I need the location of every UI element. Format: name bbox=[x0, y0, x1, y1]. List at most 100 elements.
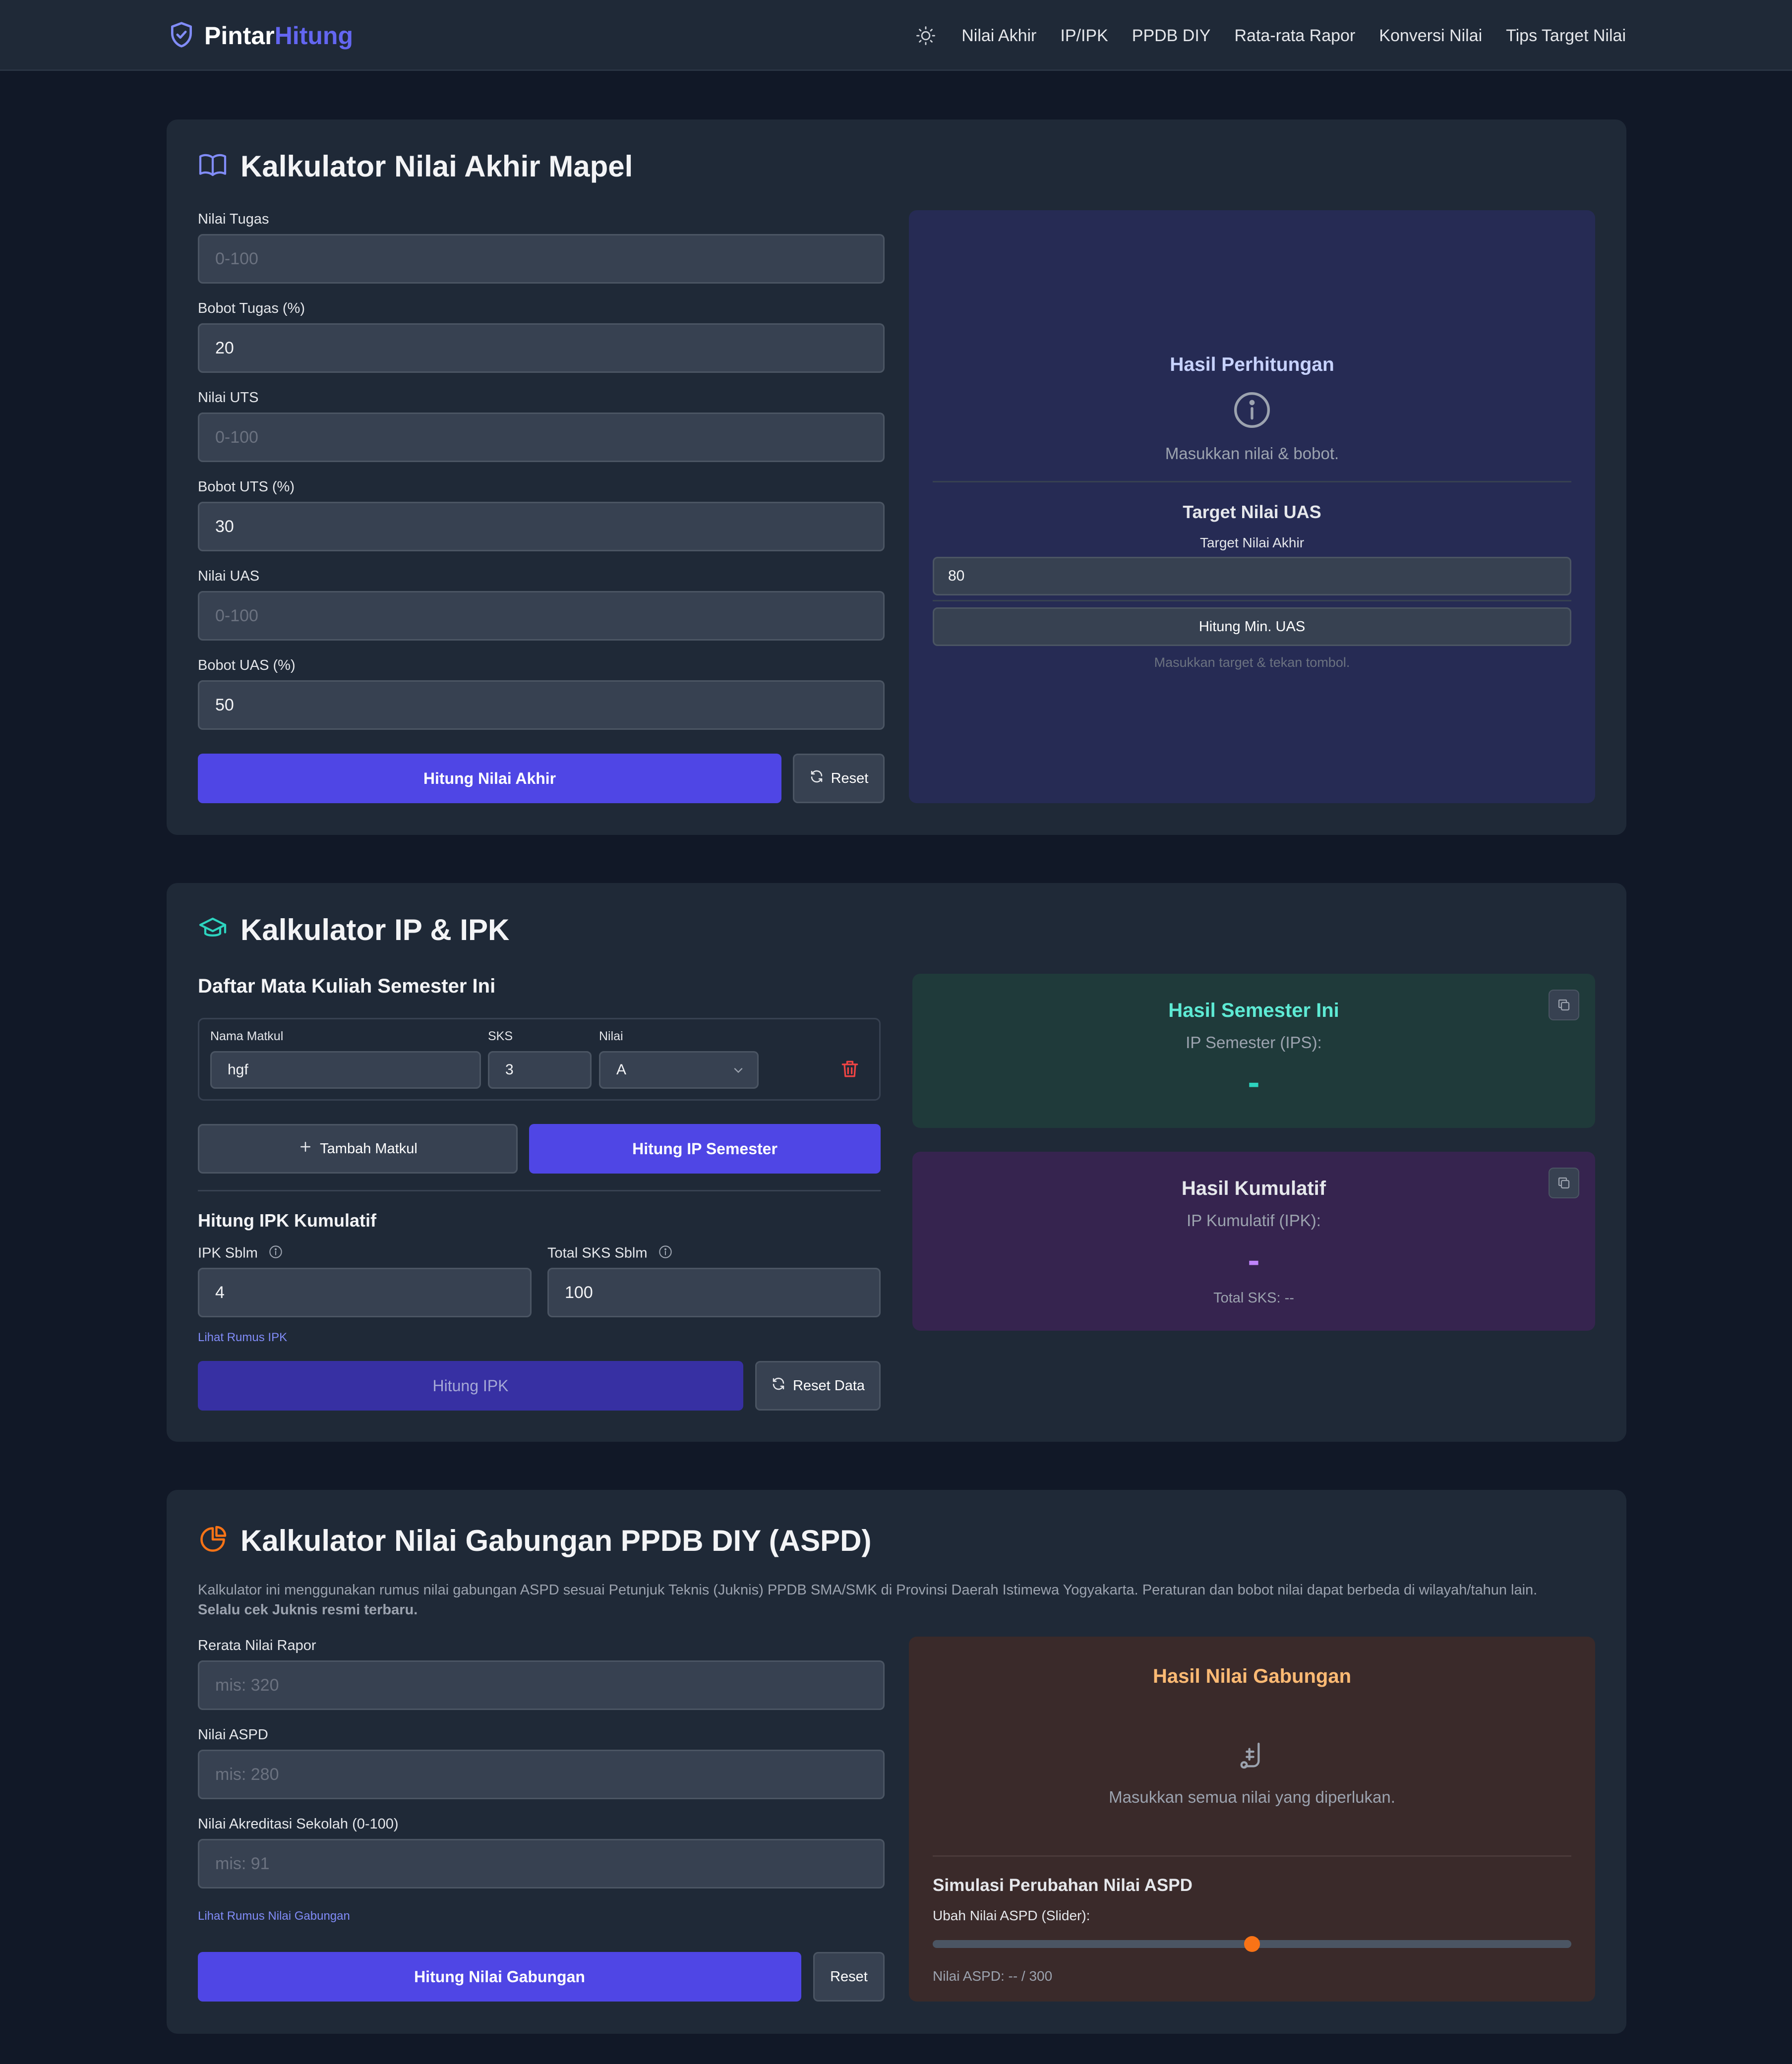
calculate-final-grade-button[interactable]: Hitung Nilai Akhir bbox=[198, 754, 781, 803]
final-grade-title: Kalkulator Nilai Akhir Mapel bbox=[198, 149, 633, 183]
ipk-formula-link[interactable]: Lihat Rumus IPK bbox=[198, 1331, 287, 1345]
trash-icon[interactable] bbox=[839, 1058, 861, 1080]
ppdb-card: Kalkulator Nilai Gabungan PPDB DIY (ASPD… bbox=[167, 1490, 1626, 2034]
slider-thumb[interactable] bbox=[1244, 1936, 1260, 1952]
prev-sks-label: Total SKS Sblm bbox=[547, 1245, 672, 1263]
cumulative-result-panel: Hasil Kumulatif IP Kumulatif (IPK): - To… bbox=[912, 1152, 1595, 1331]
cumulative-result-title: Hasil Kumulatif bbox=[1181, 1178, 1326, 1199]
target-input[interactable]: 80 bbox=[933, 557, 1571, 595]
ipk-value: - bbox=[1248, 1240, 1260, 1280]
brand-logo[interactable]: PintarHitung bbox=[168, 20, 353, 52]
target-label: Target Nilai Akhir bbox=[1199, 535, 1305, 550]
ipk-title: Kalkulator IP & IPK bbox=[198, 913, 509, 947]
sun-icon[interactable] bbox=[914, 24, 938, 48]
reset-data-label: Reset Data bbox=[792, 1377, 865, 1394]
aspd-slider[interactable] bbox=[933, 1936, 1571, 1952]
slider-label: Ubah Nilai ASPD (Slider): bbox=[933, 1908, 1090, 1923]
nav-links: Nilai Akhir IP/IPK PPDB DIY Rata-rata Ra… bbox=[914, 20, 1626, 52]
nav-link-rata-rata-rapor[interactable]: Rata-rata Rapor bbox=[1234, 26, 1355, 46]
reset-label: Reset bbox=[831, 770, 869, 786]
graduation-cap-icon bbox=[198, 914, 228, 946]
nav-link-konversi-nilai[interactable]: Konversi Nilai bbox=[1379, 26, 1482, 46]
prev-ipk-label: IPK Sblm bbox=[198, 1245, 283, 1263]
calculate-combined-button[interactable]: Hitung Nilai Gabungan bbox=[198, 1952, 801, 2002]
selected-grade: A bbox=[616, 1061, 627, 1078]
ips-value: - bbox=[1248, 1062, 1260, 1102]
aspd-label: Nilai ASPD bbox=[198, 1727, 268, 1743]
bobot-uts-input[interactable]: 30 bbox=[198, 502, 885, 551]
result-title: Hasil Perhitungan bbox=[1170, 354, 1334, 375]
rapor-input[interactable]: mis: 320 bbox=[198, 1660, 885, 1710]
slider-readout: Nilai ASPD: -- / 300 bbox=[933, 1968, 1053, 1984]
akreditasi-input[interactable]: mis: 91 bbox=[198, 1839, 885, 1888]
info-icon[interactable] bbox=[269, 1245, 283, 1263]
column-header-nama: Nama Matkul bbox=[210, 1029, 284, 1043]
result-divider bbox=[933, 600, 1571, 601]
semester-result-panel: Hasil Semester Ini IP Semester (IPS): - bbox=[912, 974, 1595, 1128]
reset-final-grade-button[interactable]: Reset bbox=[793, 754, 885, 803]
add-course-button[interactable]: Tambah Matkul bbox=[198, 1124, 518, 1174]
brand-name: PintarHitung bbox=[204, 22, 353, 50]
semester-result-label: IP Semester (IPS): bbox=[1186, 1033, 1322, 1052]
course-sks-input[interactable]: 3 bbox=[488, 1051, 592, 1089]
calculate-ipk-button[interactable]: Hitung IPK bbox=[198, 1361, 743, 1411]
ppdb-formula-link[interactable]: Lihat Rumus Nilai Gabungan bbox=[198, 1909, 350, 1923]
cumulative-heading: Hitung IPK Kumulatif bbox=[198, 1210, 376, 1231]
reset-data-button[interactable]: Reset Data bbox=[755, 1361, 881, 1411]
prev-sks-input[interactable]: 100 bbox=[547, 1268, 881, 1317]
navbar: PintarHitung Nilai Akhir IP/IPK PPDB DIY… bbox=[0, 0, 1792, 71]
nilai-uas-label: Nilai UAS bbox=[198, 568, 260, 584]
nav-link-ppdb-diy[interactable]: PPDB DIY bbox=[1132, 26, 1211, 46]
combined-result-panel: Hasil Nilai Gabungan Masukkan semua nila… bbox=[909, 1637, 1595, 2002]
ipk-card: Kalkulator IP & IPK Daftar Mata Kuliah S… bbox=[167, 883, 1626, 1442]
target-hint: Masukkan target & tekan tombol. bbox=[1154, 655, 1350, 670]
bobot-tugas-label: Bobot Tugas (%) bbox=[198, 300, 305, 316]
bobot-uas-label: Bobot UAS (%) bbox=[198, 657, 296, 673]
column-header-sks: SKS bbox=[488, 1029, 513, 1043]
book-open-icon bbox=[198, 150, 228, 182]
semester-result-title: Hasil Semester Ini bbox=[1168, 1000, 1339, 1021]
ipk-divider bbox=[198, 1190, 881, 1191]
result-message: Masukkan nilai & bobot. bbox=[1165, 444, 1339, 463]
nav-link-tips-target-nilai[interactable]: Tips Target Nilai bbox=[1506, 26, 1626, 46]
nav-link-ip-ipk[interactable]: IP/IPK bbox=[1060, 26, 1108, 46]
nilai-tugas-label: Nilai Tugas bbox=[198, 211, 269, 227]
final-grade-card: Kalkulator Nilai Akhir Mapel Nilai Tugas… bbox=[167, 119, 1626, 835]
nav-link-nilai-akhir[interactable]: Nilai Akhir bbox=[961, 26, 1036, 46]
ppdb-title: Kalkulator Nilai Gabungan PPDB DIY (ASPD… bbox=[198, 1524, 871, 1558]
refresh-icon bbox=[771, 1376, 786, 1395]
akreditasi-label: Nilai Akreditasi Sekolah (0-100) bbox=[198, 1816, 399, 1832]
cumulative-result-label: IP Kumulatif (IPK): bbox=[1187, 1211, 1321, 1230]
course-name-input[interactable]: hgf bbox=[210, 1051, 481, 1089]
plus-icon bbox=[298, 1139, 313, 1158]
nilai-uts-input[interactable]: 0-100 bbox=[198, 413, 885, 462]
course-list: Nama Matkul SKS Nilai hgf 3 A bbox=[198, 1018, 881, 1101]
semester-heading: Daftar Mata Kuliah Semester Ini bbox=[198, 975, 496, 997]
nilai-uts-label: Nilai UTS bbox=[198, 390, 259, 406]
column-header-nilai: Nilai bbox=[599, 1029, 623, 1043]
bobot-uas-input[interactable]: 50 bbox=[198, 680, 885, 730]
chevron-down-icon bbox=[731, 1063, 745, 1081]
simulation-title: Simulasi Perubahan Nilai ASPD bbox=[933, 1876, 1193, 1895]
bobot-uts-label: Bobot UTS (%) bbox=[198, 479, 295, 495]
combined-result-message: Masukkan semua nilai yang diperlukan. bbox=[1109, 1788, 1395, 1806]
aspd-input[interactable]: mis: 280 bbox=[198, 1750, 885, 1799]
course-grade-select[interactable]: A bbox=[599, 1051, 759, 1089]
pie-chart-icon bbox=[198, 1525, 228, 1557]
result-panel: Hasil Perhitungan Masukkan nilai & bobot… bbox=[909, 210, 1595, 803]
target-title: Target Nilai UAS bbox=[1183, 502, 1321, 522]
prev-ipk-input[interactable]: 4 bbox=[198, 1268, 532, 1317]
bobot-tugas-input[interactable]: 20 bbox=[198, 323, 885, 373]
calculate-semester-button[interactable]: Hitung IP Semester bbox=[529, 1124, 881, 1174]
reset-ppdb-button[interactable]: Reset bbox=[813, 1952, 885, 2002]
target-divider bbox=[933, 481, 1571, 482]
nilai-uas-input[interactable]: 0-100 bbox=[198, 591, 885, 641]
rapor-label: Rerata Nilai Rapor bbox=[198, 1638, 316, 1653]
simulation-divider bbox=[933, 1855, 1571, 1857]
ppdb-description: Kalkulator ini menggunakan rumus nilai g… bbox=[198, 1582, 1538, 1618]
add-course-label: Tambah Matkul bbox=[320, 1140, 418, 1157]
info-icon[interactable] bbox=[658, 1245, 672, 1263]
nilai-tugas-input[interactable]: 0-100 bbox=[198, 234, 885, 284]
combined-result-title: Hasil Nilai Gabungan bbox=[1152, 1665, 1352, 1687]
calculate-min-uas-button[interactable]: Hitung Min. UAS bbox=[933, 607, 1571, 646]
